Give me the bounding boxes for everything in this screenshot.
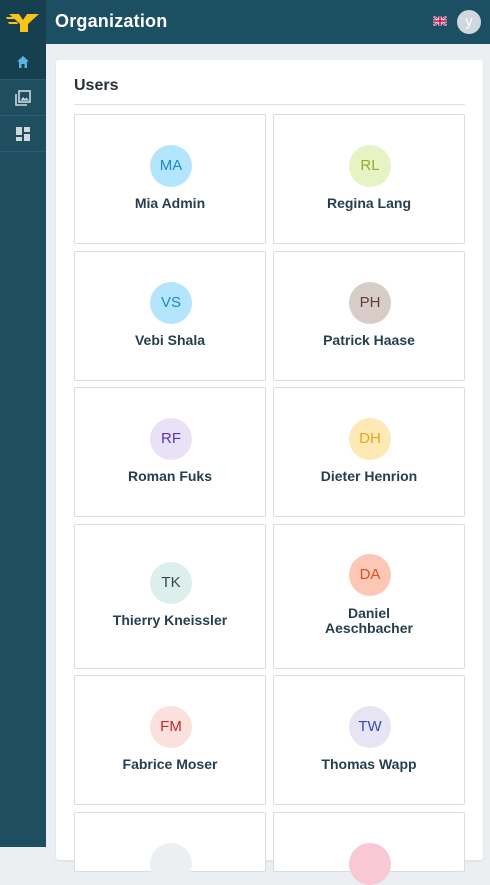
dashboard-icon	[16, 126, 30, 141]
user-avatar[interactable]: y	[457, 10, 481, 34]
user-name: Mia Admin	[134, 195, 206, 211]
user-name-line-1: Daniel	[347, 605, 390, 621]
user-name-line-2: Aeschbacher	[325, 620, 413, 636]
user-name: Thierry Kneissler	[112, 612, 228, 628]
user-name: Patrick Haase	[323, 332, 415, 348]
section-title: Users	[74, 77, 119, 94]
user-name: Dieter Henrion	[320, 468, 418, 484]
user-initials-avatar: RF	[150, 418, 192, 460]
user-initials-avatar: VS	[150, 282, 192, 324]
user-card[interactable]	[273, 812, 465, 885]
user-name: Daniel Aeschbacher	[278, 606, 460, 636]
users-panel: Users MA Mia Admin RL Regina Lang VS Veb…	[56, 60, 483, 885]
uk-flag-icon[interactable]	[433, 16, 447, 26]
user-name: Fabrice Moser	[122, 756, 218, 772]
user-initials-avatar	[150, 843, 192, 885]
user-card[interactable]: RL Regina Lang	[273, 114, 465, 244]
user-card[interactable]: MA Mia Admin	[74, 114, 266, 244]
user-card[interactable]: DA Daniel Aeschbacher	[273, 524, 465, 669]
user-card[interactable]: PH Patrick Haase	[273, 251, 465, 381]
sidebar-item-dashboard[interactable]	[0, 116, 46, 152]
user-initials-avatar: DA	[349, 554, 391, 596]
user-name: Regina Lang	[326, 195, 411, 211]
sidebar	[0, 44, 46, 847]
user-card[interactable]: DH Dieter Henrion	[273, 387, 465, 517]
gallery-icon	[15, 89, 31, 106]
top-app-bar: Organization y	[0, 0, 490, 44]
user-card[interactable]: VS Vebi Shala	[74, 251, 266, 381]
user-name: Vebi Shala	[134, 332, 206, 348]
user-card[interactable]: FM Fabrice Moser	[74, 675, 266, 805]
app-logo[interactable]	[0, 0, 46, 44]
user-initials-avatar: TK	[150, 562, 192, 604]
page-title: Organization	[55, 11, 168, 31]
user-initials-avatar: PH	[349, 282, 391, 324]
user-initials-avatar: FM	[150, 706, 192, 748]
user-initials-avatar: DH	[349, 418, 391, 460]
user-name: Thomas Wapp	[321, 756, 417, 772]
home-icon	[17, 55, 29, 68]
user-name: Roman Fuks	[127, 468, 212, 484]
user-initials-avatar: TW	[349, 706, 391, 748]
user-initials-avatar: RL	[349, 145, 391, 187]
user-card[interactable]: TW Thomas Wapp	[273, 675, 465, 805]
section-divider	[74, 104, 465, 105]
user-card[interactable]: TK Thierry Kneissler	[74, 524, 266, 669]
user-card[interactable]: RF Roman Fuks	[74, 387, 266, 517]
sidebar-item-gallery[interactable]	[0, 80, 46, 116]
logo-icon	[6, 14, 39, 32]
user-initials-avatar: MA	[150, 145, 192, 187]
sidebar-item-home[interactable]	[0, 44, 46, 80]
user-card[interactable]	[74, 812, 266, 885]
user-initials-avatar	[349, 843, 391, 885]
